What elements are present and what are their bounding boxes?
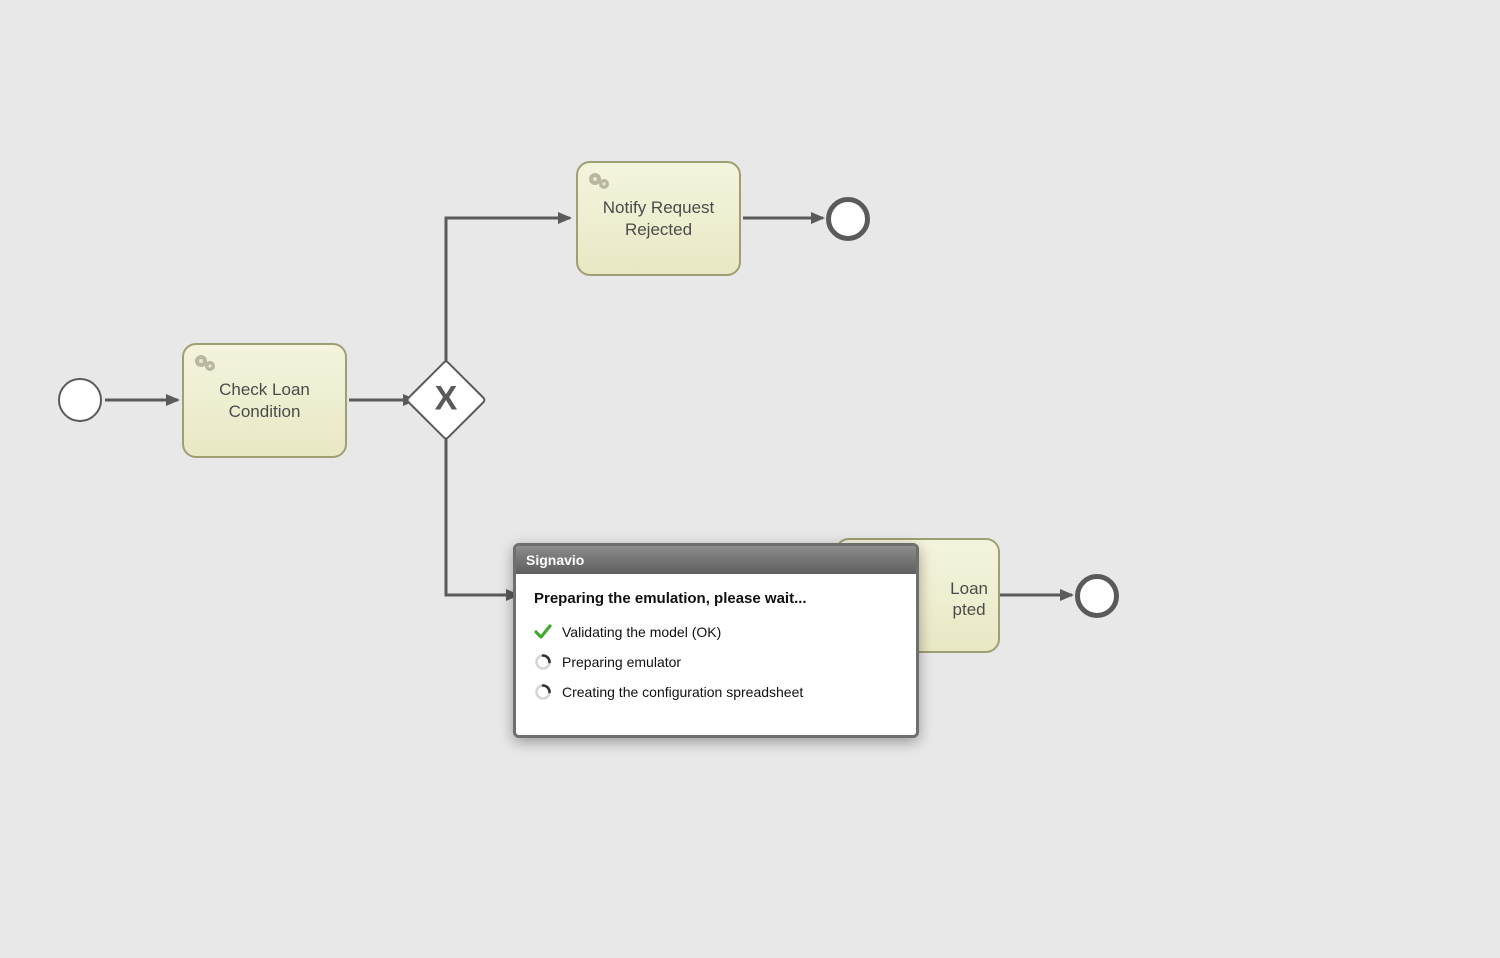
status-row-preparing: Preparing emulator [534, 653, 898, 671]
task-check-loan-condition[interactable]: Check Loan Condition [182, 343, 347, 458]
emulation-progress-dialog: Signavio Preparing the emulation, please… [513, 543, 919, 738]
spinner-icon [534, 653, 552, 671]
status-row-spreadsheet: Creating the configuration spreadsheet [534, 683, 898, 701]
end-event-rejected[interactable] [826, 197, 870, 241]
gateway-x-icon: X [435, 380, 458, 419]
start-event[interactable] [58, 378, 102, 422]
status-label: Creating the configuration spreadsheet [562, 684, 803, 700]
task-label: Notify Request Rejected [603, 197, 715, 240]
bpmn-canvas[interactable]: Check Loan Condition X Notify Request Re… [0, 0, 1500, 958]
service-task-icon [588, 171, 612, 193]
task-label: Loan pted [950, 578, 988, 621]
sequence-flows [0, 0, 1500, 958]
end-event-accepted[interactable] [1075, 574, 1119, 618]
spinner-icon [534, 683, 552, 701]
task-label: Check Loan Condition [219, 379, 310, 422]
check-icon [534, 623, 552, 641]
dialog-title: Signavio [516, 546, 916, 574]
exclusive-gateway[interactable]: X [417, 371, 475, 429]
status-row-validating: Validating the model (OK) [534, 623, 898, 641]
service-task-icon [194, 353, 218, 375]
status-label: Validating the model (OK) [562, 624, 721, 640]
dialog-heading: Preparing the emulation, please wait... [534, 590, 898, 607]
status-label: Preparing emulator [562, 654, 681, 670]
task-notify-request-rejected[interactable]: Notify Request Rejected [576, 161, 741, 276]
